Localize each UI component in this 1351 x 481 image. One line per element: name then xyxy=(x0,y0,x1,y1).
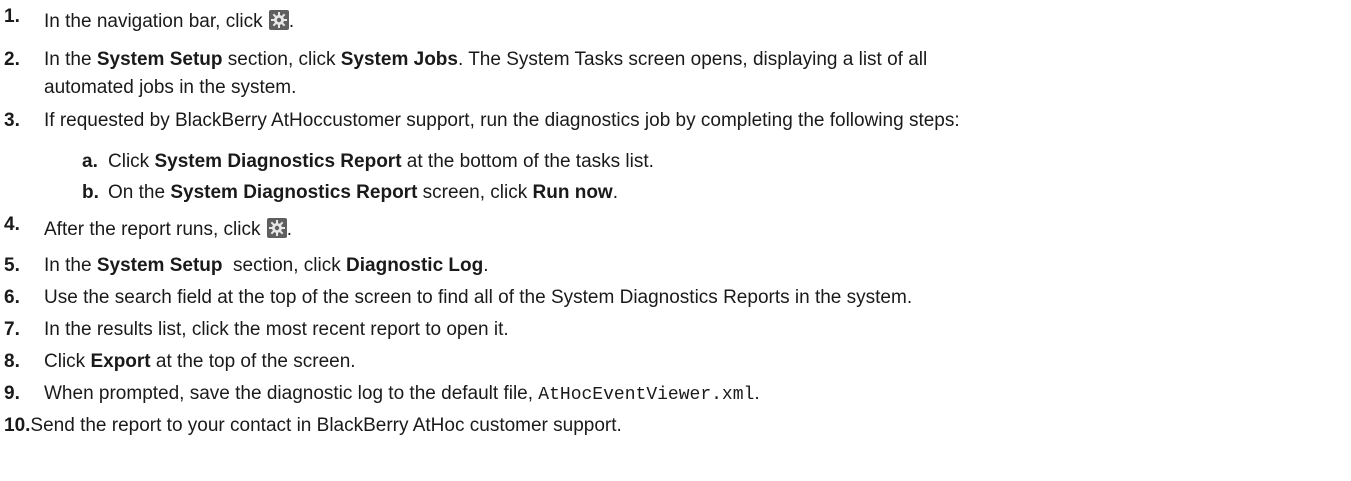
step-number: 5. xyxy=(4,255,20,276)
procedure-steps: 1. In the navigation bar, click . 2. In th… xyxy=(0,0,1351,481)
step-number: 8. xyxy=(4,351,20,372)
step-8: 8. Click Export at the top of the screen. xyxy=(4,351,356,372)
step-6: 6. Use the search field at the top of the… xyxy=(4,287,913,308)
step-number: 10. xyxy=(4,415,31,436)
step-3: 3. If requested by BlackBerry AtHoccustom… xyxy=(4,110,960,131)
substep-letter: b. xyxy=(82,182,99,203)
step-number: 4. xyxy=(4,214,20,235)
step-number: 1. xyxy=(4,6,20,27)
step-2: 2. In the System Setup section, click Sys… xyxy=(4,49,928,70)
step-7: 7. In the results list, click the most re… xyxy=(4,319,509,340)
step-number: 7. xyxy=(4,319,20,340)
substep-letter: a. xyxy=(82,151,98,172)
step-number: 6. xyxy=(4,287,20,308)
gear-icon xyxy=(268,10,289,30)
filename-code: AtHocEventViewer.xml xyxy=(538,385,755,405)
step-9: 9. When prompted, save the diagnostic log… xyxy=(4,383,760,405)
gear-icon xyxy=(266,218,287,238)
step-1: 1. In the navigation bar, click . xyxy=(4,6,295,32)
step-text: In the navigation bar, click xyxy=(44,11,268,32)
step-2-continuation: automated jobs in the system. xyxy=(44,77,297,98)
substep-b: b. On the System Diagnostics Report scree… xyxy=(82,182,618,203)
step-10: 10.Send the report to your contact in Bl… xyxy=(4,415,622,436)
step-number: 9. xyxy=(4,383,20,404)
step-number: 3. xyxy=(4,110,20,131)
step-5: 5. In the System Setup section, click Dia… xyxy=(4,255,489,276)
step-4: 4. After the report runs, click . xyxy=(4,214,293,240)
substep-a: a. Click System Diagnostics Report at the… xyxy=(82,151,654,172)
step-number: 2. xyxy=(4,49,20,70)
